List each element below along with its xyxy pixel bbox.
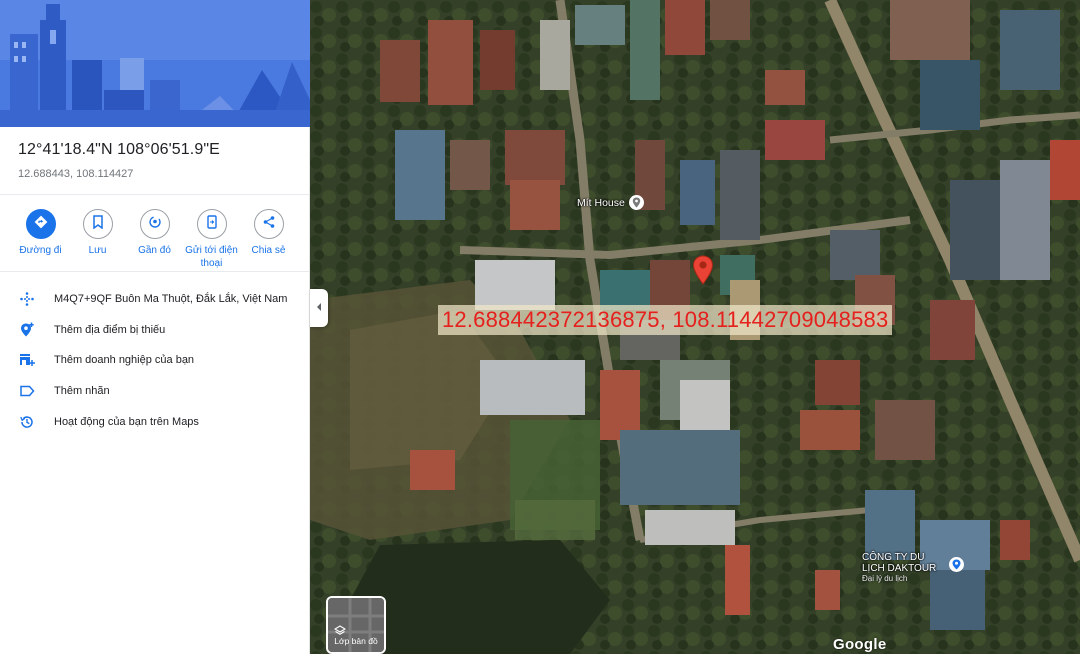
label-icon [18,382,36,400]
nearby-button[interactable]: Gần đó [126,209,183,271]
google-logo: Google [833,636,887,653]
list-item-add-label[interactable]: Thêm nhãn [0,376,309,407]
list-item-plus-code[interactable]: M4Q7+9QF Buôn Ma Thuột, Đắk Lắk, Việt Na… [0,284,309,315]
plus-code-icon [18,290,36,308]
selected-location-pin[interactable] [692,255,714,285]
bookmark-icon [92,214,104,234]
details-list: M4Q7+9QF Buôn Ma Thuột, Đắk Lắk, Việt Na… [0,272,309,437]
add-business-icon [18,351,36,369]
place-marker-icon [628,195,644,210]
history-icon [18,413,36,431]
add-label-text: Thêm nhãn [54,385,110,398]
save-label: Lưu [88,245,107,256]
nearby-icon [148,215,162,234]
coordinates-overlay: 12.688442372136875, 108.11442709048583 [438,305,893,335]
travel-agency-icon [949,557,964,572]
hero-illustration [0,0,310,127]
map-layers-button[interactable]: Lớp bản đồ [326,596,386,654]
map-pin-icon [692,255,714,289]
directions-label: Đường đi [19,245,62,256]
save-button[interactable]: Lưu [69,209,126,271]
coordinates-decimal[interactable]: 12.688443, 108.114427 [18,168,291,180]
poi-mit-house[interactable]: Mít House [577,195,644,210]
action-bar: Đường đi Lưu Gần đó Gửi tới điện thoại C… [0,195,309,271]
add-business-text: Thêm doanh nghiệp của bạn [54,354,195,367]
plus-code-text: M4Q7+9QF Buôn Ma Thuột, Đắk Lắk, Việt Na… [54,293,288,306]
send-to-phone-label: Gửi tới điện thoại [185,245,238,269]
directions-button[interactable]: Đường đi [12,209,69,271]
list-item-add-place[interactable]: Thêm địa điểm bị thiếu [0,315,309,346]
poi-daktour-category: Đại lý du lịch [862,574,908,583]
poi-daktour-name-line1: CÔNG TY DU [862,552,925,563]
map-layers-label: Lớp bản đồ [334,636,378,646]
poi-daktour[interactable]: CÔNG TY DU LỊCH DAKTOUR Đại lý du lịch [862,552,992,583]
chevron-left-icon [315,299,323,317]
poi-daktour-name-line2: LỊCH DAKTOUR [862,563,937,574]
send-to-phone-button[interactable]: Gửi tới điện thoại [183,209,240,271]
add-place-text: Thêm địa điểm bị thiếu [54,323,166,336]
share-icon [262,215,276,234]
place-panel: 12°41'18.4"N 108°06'51.9"E 12.688443, 10… [0,0,310,654]
satellite-map[interactable]: Mít House 12.688442372136875, 108.114427… [310,0,1080,654]
collapse-panel-button[interactable] [310,289,328,327]
share-label: Chia sẻ [251,245,286,256]
add-place-icon [18,321,36,339]
poi-mit-house-label: Mít House [577,196,625,209]
nearby-label: Gần đó [138,245,171,256]
coordinates-dms: 12°41'18.4"N 108°06'51.9"E [18,141,220,158]
list-item-maps-activity[interactable]: Hoạt động của bạn trên Maps [0,406,309,437]
maps-activity-text: Hoạt động của bạn trên Maps [54,415,199,428]
directions-icon [34,215,48,234]
list-item-add-business[interactable]: Thêm doanh nghiệp của bạn [0,345,309,376]
send-to-phone-icon [206,214,218,234]
share-button[interactable]: Chia sẻ [240,209,297,271]
